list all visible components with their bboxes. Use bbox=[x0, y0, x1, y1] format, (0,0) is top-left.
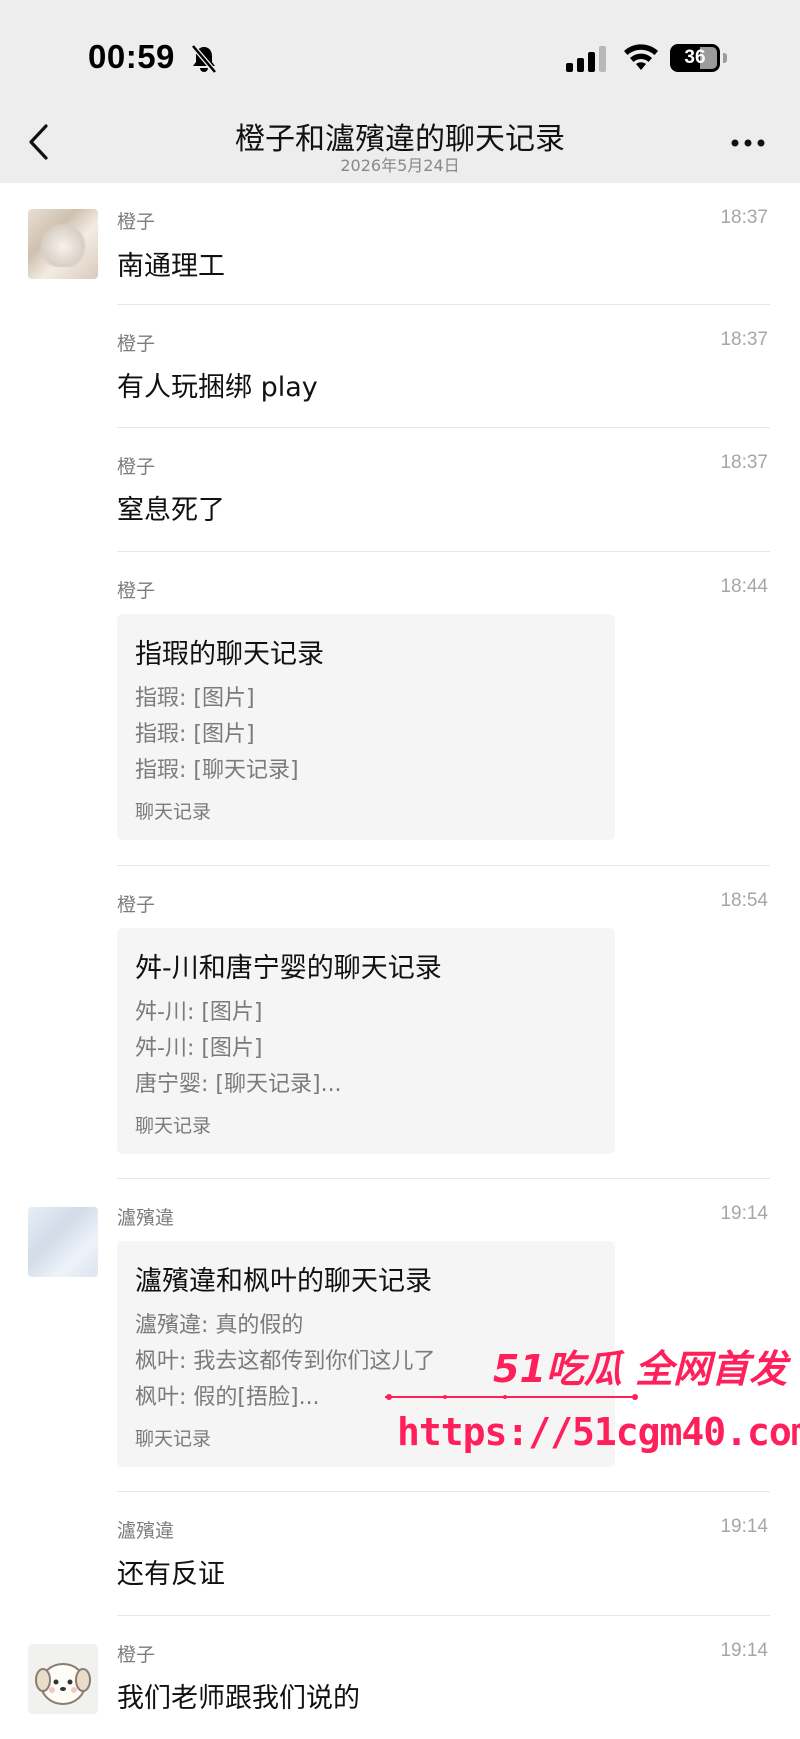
message-time: 18:37 bbox=[720, 207, 768, 228]
wifi-icon bbox=[624, 44, 658, 70]
battery-level: 36 bbox=[684, 47, 706, 68]
card-line: 枫叶: 我去这都传到你们这儿了 bbox=[135, 1349, 436, 1374]
message-sender: 瀘殯違 bbox=[117, 1207, 175, 1229]
avatar[interactable] bbox=[28, 1644, 98, 1714]
battery-icon: 36 bbox=[670, 44, 728, 72]
message-time: 19:14 bbox=[720, 1640, 768, 1661]
more-options-icon[interactable] bbox=[730, 138, 766, 148]
message-item: 橙子 18:37 南通理工 bbox=[0, 183, 800, 305]
avatar[interactable] bbox=[28, 1207, 98, 1277]
message-item: 瀘殯違 19:14 还有反证 bbox=[0, 1492, 800, 1616]
message-sender: 橙子 bbox=[117, 456, 156, 478]
status-time: 00:59 bbox=[88, 38, 175, 75]
message-item: 橙子 18:37 有人玩捆绑 play bbox=[0, 305, 800, 428]
message-text: 有人玩捆绑 play bbox=[117, 372, 318, 403]
message-time: 18:37 bbox=[720, 329, 768, 350]
message-sender: 橙子 bbox=[117, 580, 156, 602]
card-title: 舛-川和唐宁婴的聊天记录 bbox=[135, 953, 442, 984]
chat-record-card[interactable]: 舛-川和唐宁婴的聊天记录 舛-川: [图片] 舛-川: [图片] 唐宁婴: [聊… bbox=[117, 928, 615, 1154]
card-line: 指瑕: [图片] bbox=[135, 722, 255, 747]
card-line: 指瑕: [图片] bbox=[135, 686, 255, 711]
message-text: 还有反证 bbox=[117, 1559, 225, 1590]
message-item: 橙子 18:54 舛-川和唐宁婴的聊天记录 舛-川: [图片] 舛-川: [图片… bbox=[0, 866, 800, 1179]
message-sender: 瀘殯違 bbox=[117, 1520, 175, 1542]
card-line: 舛-川: [图片] bbox=[135, 1000, 263, 1025]
message-time: 18:37 bbox=[720, 452, 768, 473]
card-line: 指瑕: [聊天记录] bbox=[135, 758, 299, 783]
card-line: 枫叶: 假的[捂脸]... bbox=[135, 1385, 320, 1410]
dog-avatar-icon bbox=[35, 1663, 91, 1705]
status-bar: 00:59 36 bbox=[0, 0, 800, 100]
message-text: 南通理工 bbox=[117, 251, 225, 282]
message-time: 19:14 bbox=[720, 1203, 768, 1224]
card-title: 瀘殯違和枫叶的聊天记录 bbox=[135, 1266, 432, 1297]
message-sender: 橙子 bbox=[117, 894, 156, 916]
card-title: 指瑕的聊天记录 bbox=[135, 639, 324, 670]
avatar[interactable] bbox=[28, 209, 98, 279]
message-sender: 橙子 bbox=[117, 1644, 156, 1666]
message-item: 橙子 19:14 我们老师跟我们说的 bbox=[0, 1616, 800, 1739]
bell-muted-icon bbox=[191, 44, 217, 74]
card-footer: 聊天记录 bbox=[135, 1115, 212, 1137]
message-item: 橙子 18:37 窒息死了 bbox=[0, 428, 800, 552]
card-line: 唐宁婴: [聊天记录]... bbox=[135, 1072, 342, 1097]
message-sender: 橙子 bbox=[117, 211, 156, 233]
chat-record-card[interactable]: 瀘殯違和枫叶的聊天记录 瀘殯違: 真的假的 枫叶: 我去这都传到你们这儿了 枫叶… bbox=[117, 1241, 615, 1467]
chat-header: 橙子和瀘殯違的聊天记录 2026年5月24日 bbox=[0, 100, 800, 183]
card-footer: 聊天记录 bbox=[135, 1428, 212, 1450]
message-item: 橙子 18:44 指瑕的聊天记录 指瑕: [图片] 指瑕: [图片] 指瑕: [… bbox=[0, 552, 800, 866]
message-text: 窒息死了 bbox=[117, 495, 225, 526]
message-sender: 橙子 bbox=[117, 333, 156, 355]
message-time: 18:54 bbox=[720, 890, 768, 911]
card-footer: 聊天记录 bbox=[135, 801, 212, 823]
message-time: 19:14 bbox=[720, 1516, 768, 1537]
card-line: 舛-川: [图片] bbox=[135, 1036, 263, 1061]
message-time: 18:44 bbox=[720, 576, 768, 597]
card-line: 瀘殯違: 真的假的 bbox=[135, 1313, 304, 1338]
cellular-signal-icon bbox=[566, 46, 606, 72]
page-subtitle-date: 2026年5月24日 bbox=[340, 156, 460, 175]
chat-record-card[interactable]: 指瑕的聊天记录 指瑕: [图片] 指瑕: [图片] 指瑕: [聊天记录] 聊天记… bbox=[117, 614, 615, 840]
message-item: 瀘殯違 19:14 瀘殯違和枫叶的聊天记录 瀘殯違: 真的假的 枫叶: 我去这都… bbox=[0, 1179, 800, 1492]
message-text: 我们老师跟我们说的 bbox=[117, 1683, 360, 1714]
